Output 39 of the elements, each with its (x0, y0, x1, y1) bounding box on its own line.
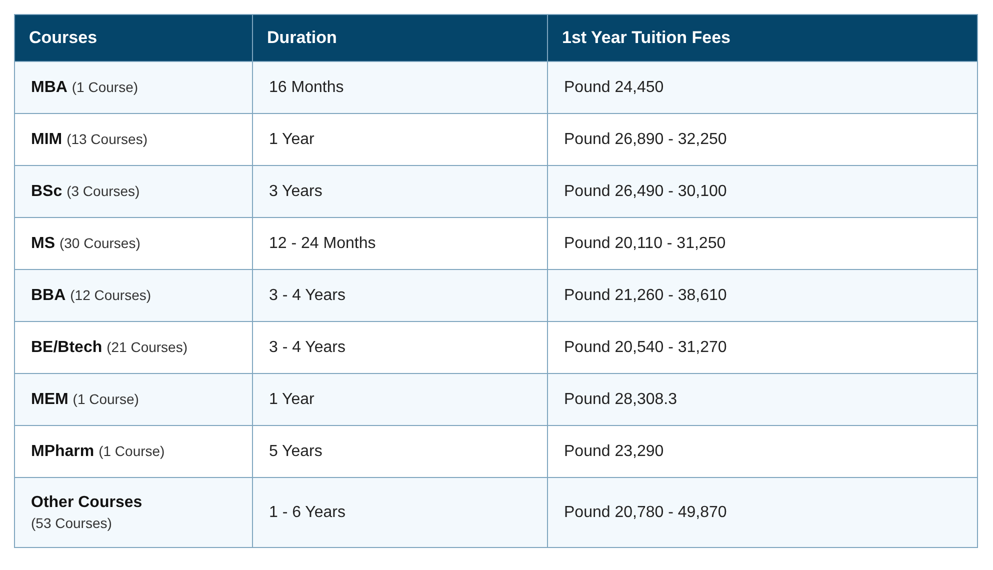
duration-text: 1 Year (269, 390, 314, 408)
fees-text: Pound 23,290 (564, 442, 664, 460)
course-name: MPharm (31, 442, 94, 460)
course-name: BBA (31, 286, 66, 304)
fees-text: Pound 20,540 - 31,270 (564, 338, 727, 356)
fees-text: Pound 28,308.3 (564, 390, 677, 408)
course-count: (1 Course) (72, 78, 138, 94)
duration-text: 1 Year (269, 130, 314, 148)
course-count: (1 Course) (98, 442, 165, 458)
course-name: BSc (31, 182, 62, 200)
course-name: MIM (31, 130, 62, 148)
course-name: MBA (31, 78, 68, 96)
fees-text: Pound 21,260 - 38,610 (564, 286, 727, 304)
course-name: Other Courses (31, 494, 144, 512)
course-count: (30 Courses) (59, 234, 140, 250)
column-header: Courses (14, 14, 252, 62)
course-count: (3 Courses) (66, 182, 140, 198)
fees-text: Pound 20,780 - 49,870 (564, 504, 727, 520)
duration-text: 3 - 4 Years (269, 338, 346, 356)
duration-text: 3 Years (269, 182, 322, 200)
course-count: (21 Courses) (106, 338, 188, 354)
duration-text: 16 Months (269, 78, 344, 96)
course-name: BE/Btech (31, 338, 102, 356)
fees-text: Pound 26,490 - 30,100 (564, 182, 727, 200)
duration-text: 3 - 4 Years (269, 286, 346, 304)
course-name: MS (31, 234, 55, 252)
column-header: Duration (252, 14, 548, 62)
course-count: (12 Courses) (70, 286, 152, 302)
course-count: (53 Courses) (31, 515, 113, 531)
course-count: (13 Courses) (66, 130, 148, 146)
course-name: MEM (31, 390, 68, 408)
duration-text: 1 - 6 Years (269, 504, 346, 520)
fees-text: Pound 24,450 (564, 78, 664, 96)
column-header: 1st Year Tuition Fees (548, 14, 978, 62)
fees-text: Pound 20,110 - 31,250 (564, 234, 726, 252)
course-count: (1 Course) (72, 390, 139, 406)
duration-text: 12 - 24 Months (269, 234, 376, 252)
duration-text: 5 Years (269, 442, 322, 460)
fees-text: Pound 26,890 - 32,250 (564, 130, 727, 148)
